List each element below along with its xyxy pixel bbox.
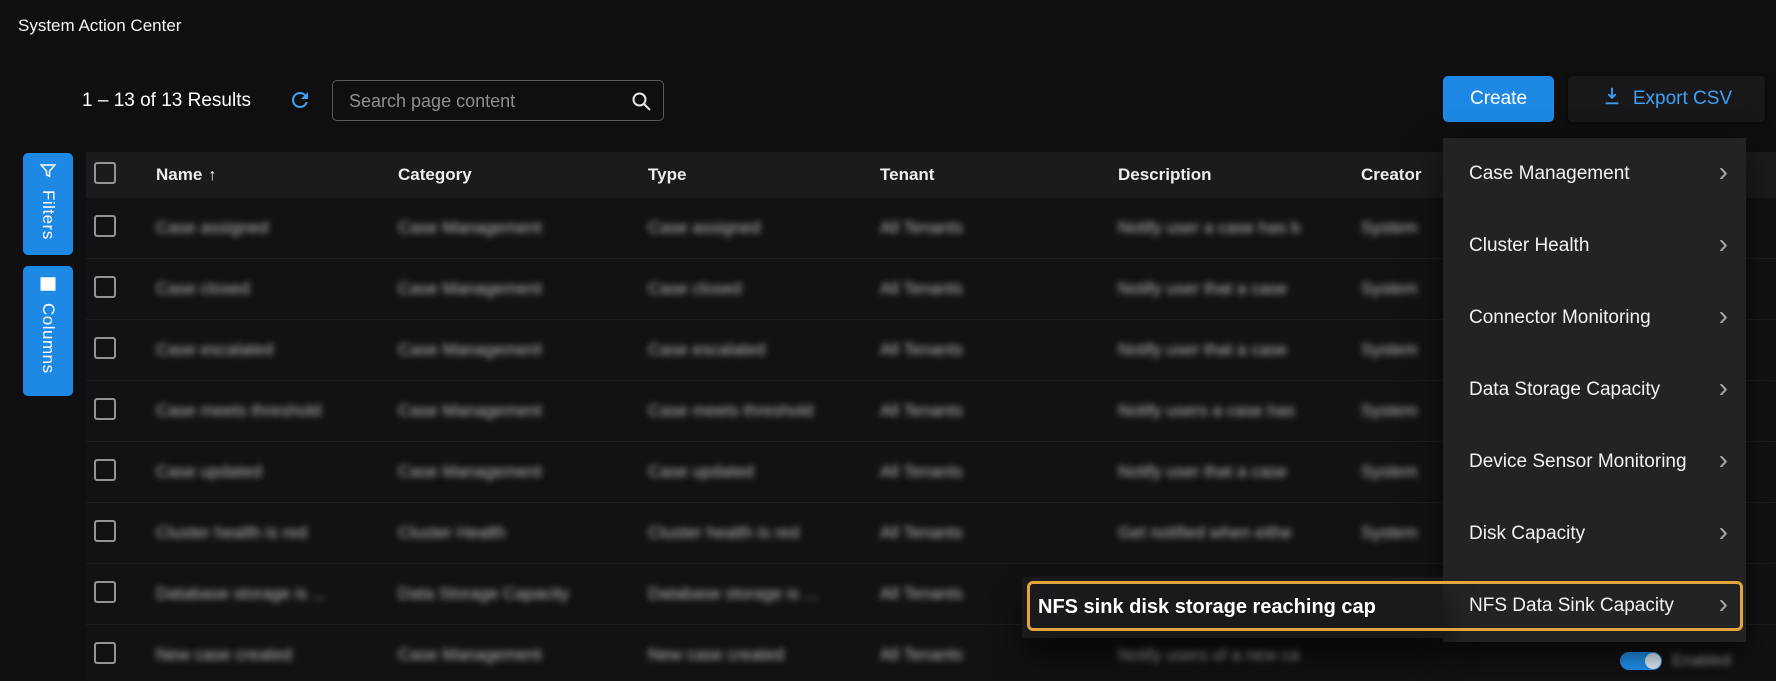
- row-checkbox[interactable]: [94, 459, 116, 481]
- chevron-right-icon: ›: [1719, 518, 1728, 546]
- row-checkbox[interactable]: [94, 581, 116, 603]
- search-box: [332, 80, 664, 121]
- menu-item-disk-capacity[interactable]: Disk Capacity ›: [1443, 498, 1746, 570]
- toggle-label: Enabled: [1672, 652, 1731, 670]
- chevron-right-icon: ›: [1719, 158, 1728, 186]
- export-csv-label: Export CSV: [1633, 88, 1732, 110]
- column-header-name[interactable]: Name↑: [148, 152, 390, 198]
- select-all-checkbox[interactable]: [94, 162, 116, 184]
- system-action-center-screen: System Action Center 1 – 13 of 13 Result…: [0, 0, 1776, 681]
- search-input[interactable]: [347, 81, 621, 122]
- menu-item-device-sensor-monitoring[interactable]: Device Sensor Monitoring ›: [1443, 426, 1746, 498]
- menu-item-cluster-health[interactable]: Cluster Health ›: [1443, 210, 1746, 282]
- menu-item-data-storage-capacity[interactable]: Data Storage Capacity ›: [1443, 354, 1746, 426]
- menu-item-case-management[interactable]: Case Management ›: [1443, 138, 1746, 210]
- chevron-right-icon: ›: [1719, 230, 1728, 258]
- refresh-button[interactable]: [287, 88, 313, 114]
- results-count: 1 – 13 of 13 Results: [82, 90, 251, 112]
- columns-label: Columns: [38, 303, 58, 374]
- refresh-icon: [288, 100, 312, 115]
- create-button[interactable]: Create: [1443, 76, 1554, 122]
- enabled-toggle[interactable]: [1620, 652, 1662, 670]
- menu-item-connector-monitoring[interactable]: Connector Monitoring ›: [1443, 282, 1746, 354]
- chevron-right-icon: ›: [1719, 590, 1728, 618]
- row-checkbox[interactable]: [94, 642, 116, 664]
- chevron-right-icon: ›: [1719, 446, 1728, 474]
- columns-icon: [39, 275, 57, 296]
- chevron-right-icon: ›: [1719, 374, 1728, 402]
- sort-asc-icon: ↑: [208, 167, 216, 184]
- enabled-toggle-wrap: Enabled: [1620, 652, 1731, 670]
- column-header-tenant[interactable]: Tenant: [872, 152, 1110, 198]
- column-header-category[interactable]: Category: [390, 152, 640, 198]
- column-header-description[interactable]: Description: [1110, 152, 1353, 198]
- filter-icon: [39, 162, 57, 183]
- page-title: System Action Center: [18, 16, 181, 36]
- chevron-right-icon: ›: [1719, 302, 1728, 330]
- row-checkbox[interactable]: [94, 337, 116, 359]
- row-checkbox[interactable]: [94, 276, 116, 298]
- submenu-item-nfs-sink-disk-storage[interactable]: NFS sink disk storage reaching cap: [1022, 577, 1443, 638]
- export-csv-button[interactable]: Export CSV: [1568, 76, 1765, 122]
- columns-button[interactable]: Columns: [23, 266, 73, 396]
- create-dropdown-menu: Case Management › Cluster Health › Conne…: [1443, 138, 1746, 642]
- filters-button[interactable]: Filters: [23, 153, 73, 255]
- column-header-type[interactable]: Type: [640, 152, 872, 198]
- filters-label: Filters: [38, 190, 58, 240]
- toggle-knob: [1645, 653, 1661, 669]
- row-checkbox[interactable]: [94, 520, 116, 542]
- row-checkbox[interactable]: [94, 215, 116, 237]
- search-icon[interactable]: [629, 89, 653, 113]
- download-icon: [1601, 85, 1623, 113]
- row-checkbox[interactable]: [94, 398, 116, 420]
- menu-item-nfs-data-sink-capacity[interactable]: NFS Data Sink Capacity ›: [1443, 570, 1746, 642]
